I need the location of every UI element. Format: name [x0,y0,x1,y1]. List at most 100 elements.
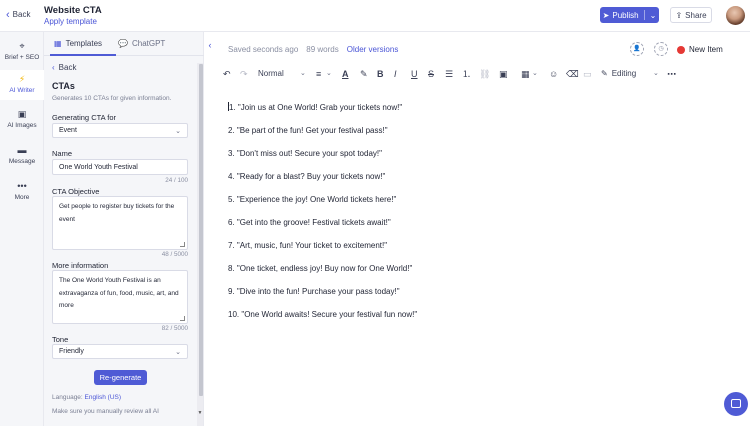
nav-item-ai-writer[interactable]: ⚡ AI Writer [0,70,44,100]
name-char-count: 24 / 100 [165,177,188,184]
scroll-down-arrow-icon[interactable]: ▼ [197,410,203,416]
tab-chatgpt[interactable]: 💬 ChatGPT [118,39,165,48]
chevron-down-icon[interactable]: ⌄ [650,11,657,20]
list-number: 7. [228,241,235,250]
left-nav: ⌖ Brief + SEO ⚡ AI Writer ▣ AI Images ▬ … [0,32,44,426]
tone-select[interactable]: Friendly ⌄ [52,344,188,359]
format-toolbar: ↶ ↷ Normal ⌄ ≡ ⌄ A ✎ B I U S ☰ ⒈ ⛓ ▣ ▦ ⌄… [215,66,750,82]
panel-scroll-thumb[interactable] [199,64,203,396]
editing-mode-select[interactable]: ✎ Editing [601,69,636,78]
status-new-item[interactable]: New Item [677,45,723,54]
tab-label: ChatGPT [131,39,166,48]
text-color-icon[interactable]: A [342,68,349,80]
publish-button[interactable]: ➤ Publish ⌄ [600,7,659,23]
list-text: "Be part of the fun! Get your festival p… [236,126,388,135]
highlight-icon[interactable]: ✎ [360,68,368,80]
cta-list[interactable]: 1. "Join us at One World! Grab your tick… [228,102,417,332]
nav-item-message[interactable]: ▬ Message [0,144,44,172]
back-link[interactable]: ‹ Back [6,9,31,20]
paragraph-style-select[interactable]: Normal [258,69,284,78]
nav-label: Message [8,158,36,165]
chat-icon [731,399,741,408]
nav-item-brief-seo[interactable]: ⌖ Brief + SEO [0,38,44,66]
name-label: Name [52,149,73,158]
list-number: 1. [229,103,236,112]
generating-select[interactable]: Event ⌄ [52,123,188,138]
assign-user-icon[interactable]: 👤 [630,42,644,56]
nav-label: AI Images [7,122,37,129]
language-link[interactable]: English (US) [85,394,121,401]
objective-textarea[interactable]: Get people to register buy tickets for t… [52,196,188,250]
nav-item-more[interactable]: ••• More [0,180,44,208]
emoji-icon[interactable]: ☺ [549,68,558,80]
name-input[interactable]: One World Youth Festival [52,159,188,175]
divider [643,10,645,20]
list-number: 3. [228,149,235,158]
objective-char-count: 48 / 5000 [161,251,188,258]
list-item: 5. "Experience the joy! One World ticket… [228,194,417,217]
generating-value: Event [59,127,77,134]
list-text: "One World awaits! Secure your festival … [241,310,418,319]
list-text: "Get into the groove! Festival tickets a… [236,218,391,227]
nav-label: AI Writer [9,87,35,94]
back-label: Back [12,10,31,19]
more-info-textarea[interactable]: The One World Youth Festival is an extra… [52,270,188,324]
list-number: 8. [228,264,235,273]
apply-template-link[interactable]: Apply template [44,17,97,26]
chevron-down-icon[interactable]: ⌄ [532,69,538,77]
chevron-down-icon[interactable]: ⌄ [653,69,659,77]
list-text: "Ready for a blast? Buy your tickets now… [236,172,386,181]
list-item: 3. "Don't miss out! Secure your spot tod… [228,148,417,171]
nav-item-ai-images[interactable]: ▣ AI Images [0,108,44,136]
underline-icon[interactable]: U [411,68,418,80]
chat-bubbles-icon: 💬 [118,39,128,48]
panel-tabs: ▦ Templates 💬 ChatGPT [44,32,204,56]
tab-templates[interactable]: ▦ Templates [54,39,102,48]
strikethrough-icon[interactable]: S [428,68,434,80]
support-chat-button[interactable] [724,392,748,416]
list-text: "Experience the joy! One World tickets h… [236,195,397,204]
language-setting: Language: English (US) [52,394,121,401]
lightning-icon: ⚡ [18,74,26,84]
collapse-panel-icon[interactable]: ‹ [205,38,215,52]
generating-label: Generating CTA for [52,113,117,122]
schedule-icon[interactable]: ◷ [654,42,668,56]
editor: Saved seconds ago 89 words Older version… [215,32,750,426]
more-info-value: The One World Youth Festival is an extra… [59,277,179,309]
table-icon[interactable]: ▦ [521,68,530,80]
bold-icon[interactable]: B [377,68,384,80]
regenerate-button[interactable]: Re-generate [94,370,147,385]
comment-icon[interactable]: ▭ [583,68,592,80]
document-title[interactable]: Website CTA [44,5,102,16]
image-icon[interactable]: ▣ [499,68,508,80]
bullet-list-icon[interactable]: ☰ [445,68,453,80]
undo-icon[interactable]: ↶ [223,68,231,80]
templates-icon: ▦ [54,39,62,48]
resize-handle[interactable] [180,242,185,247]
more-options-icon[interactable]: ⋯ [667,68,676,80]
list-item: 10. "One World awaits! Secure your festi… [228,309,417,332]
align-icon[interactable]: ≡ [316,68,321,80]
older-versions-link[interactable]: Older versions [347,45,399,54]
name-value: One World Youth Festival [59,163,138,171]
chevron-left-icon: ‹ [52,63,55,72]
list-item: 6. "Get into the groove! Festival ticket… [228,217,417,240]
active-tab-indicator [50,54,116,56]
chevron-down-icon[interactable]: ⌄ [326,69,332,77]
list-text: "Dive into the fun! Purchase your pass t… [236,287,400,296]
avatar[interactable] [726,6,745,25]
share-button[interactable]: ⇪ Share [670,7,712,23]
numbered-list-icon[interactable]: ⒈ [462,68,471,80]
link-icon[interactable]: ⛓ [479,68,490,80]
list-number: 5. [228,195,235,204]
resize-handle[interactable] [180,316,185,321]
chevron-down-icon[interactable]: ⌄ [300,69,306,77]
clear-format-icon[interactable]: ⌫ [566,68,579,80]
chevron-down-icon: ⌄ [175,348,181,356]
italic-icon[interactable]: I [394,68,397,80]
list-item: 4. "Ready for a blast? Buy your tickets … [228,171,417,194]
redo-icon[interactable]: ↷ [240,68,248,80]
panel-back-link[interactable]: ‹ Back [52,63,76,72]
saved-status: Saved seconds ago [228,45,299,54]
chevron-down-icon: ⌄ [175,127,181,135]
